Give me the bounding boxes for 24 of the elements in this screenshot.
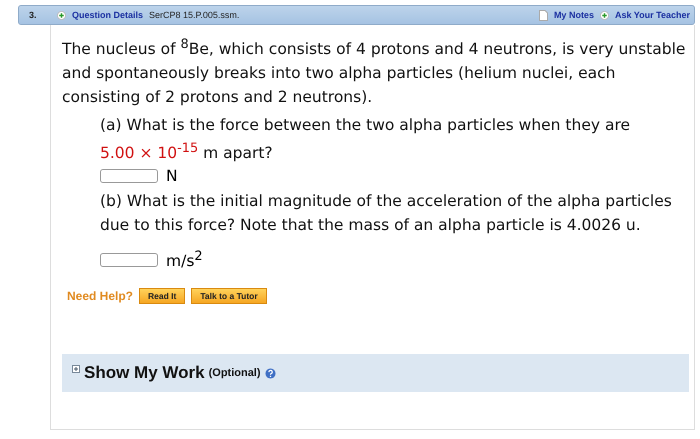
question-prompt: m apart? [203,144,273,162]
help-button[interactable]: Read It [139,288,186,304]
note-icon [538,10,548,20]
plus-icon [57,10,66,20]
unit-label: N [166,167,178,186]
help-icon[interactable] [264,368,276,379]
plus-icon [600,10,609,20]
unit-label: m/s$^{2}$ [166,249,203,270]
question-details-link[interactable]: Question Details [72,10,144,20]
help-button[interactable]: Talk to a Tutor [191,288,267,304]
show-work-title: Show My Work [84,363,205,384]
question-text: The nucleus of $^{8}$Be, which consists of 4 protons and 4 neutrons, is very unstable and spontaneously breaks into two alpha particles (helium nuclei, each consisting of 2 protons and 2 neutrons). [62,36,686,108]
expand-icon[interactable] [72,365,80,374]
answer-field[interactable] [100,169,158,184]
my-notes-link[interactable]: My Notes [554,10,594,20]
optional-label: (Optional) [208,367,261,380]
question-source: SerCP8 15.P.005.ssm. [149,10,240,20]
question-prompt: (b) What is the initial magnitude of the acceleration of the alpha particles due to this force? Note that the mass of an alpha particle is 4.0026 u. [100,191,673,236]
need-help-label: Need Help? [67,289,134,304]
given-value: 5.00 × 10$^{-15}$ [100,144,198,162]
answer-field[interactable] [100,252,158,267]
question-prompt: (a) What is the force between the two alpha particles when they are [100,115,632,136]
ask-teacher-link[interactable]: Ask Your Teacher [614,10,690,20]
question-number: 3. [29,10,38,20]
